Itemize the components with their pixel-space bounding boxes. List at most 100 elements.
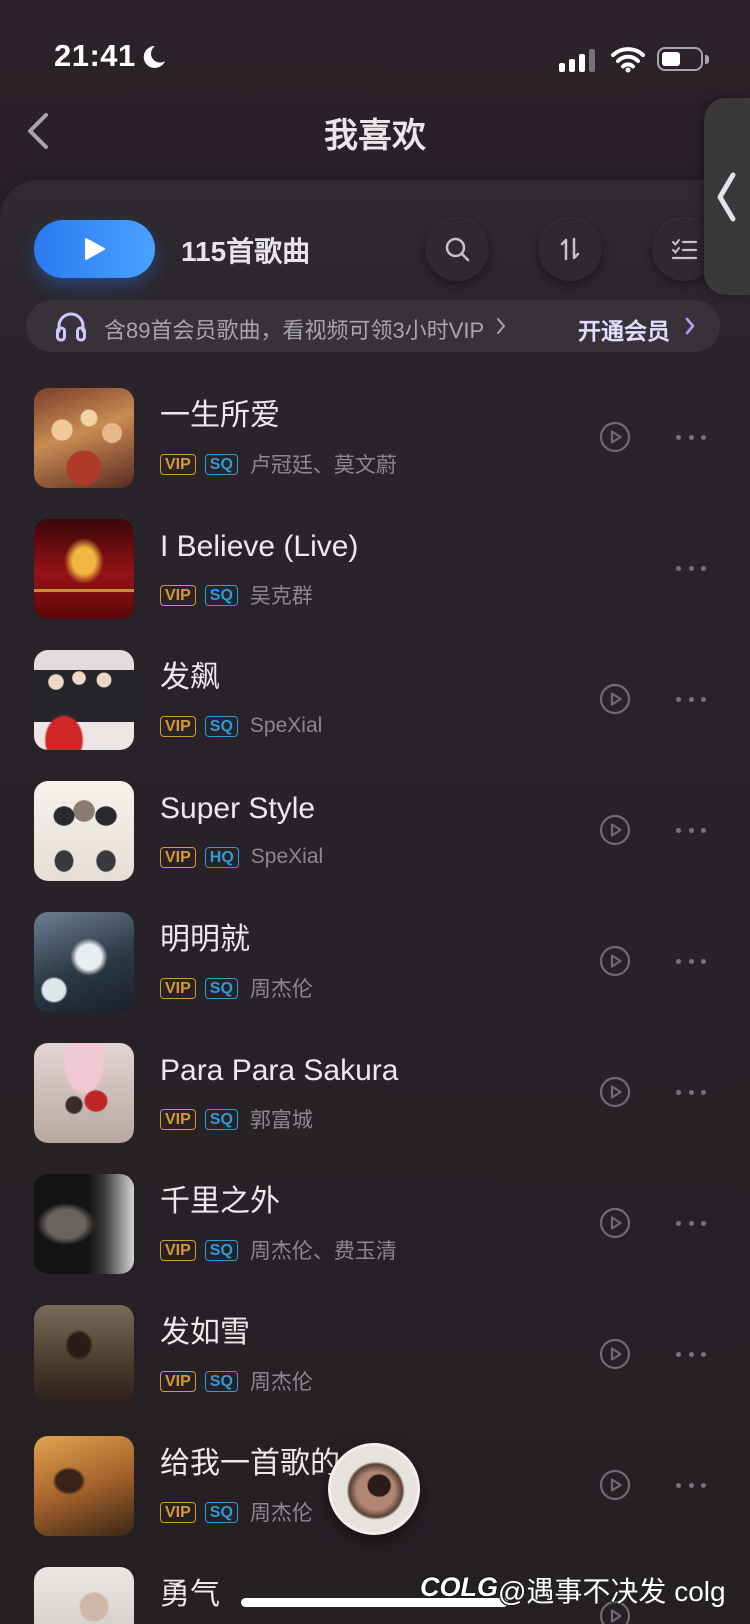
vip-badge: VIP <box>160 1108 196 1130</box>
vip-badge: VIP <box>160 1239 196 1261</box>
search-button[interactable] <box>425 217 489 281</box>
chevron-right-icon <box>497 318 505 334</box>
video-play-icon[interactable] <box>599 1207 631 1239</box>
vip-banner[interactable]: 含89首会员歌曲，看视频可领3小时VIP 开通会员 <box>26 300 720 352</box>
now-playing-disc[interactable] <box>328 1443 420 1535</box>
quality-badge: SQ <box>204 715 238 737</box>
more-icon[interactable] <box>676 1221 706 1227</box>
song-row[interactable]: 发如雪 VIP SQ 周杰伦 <box>0 1305 750 1436</box>
open-vip-link[interactable]: 开通会员 <box>578 312 670 346</box>
watermark-logo: COLG <box>420 1572 498 1602</box>
album-cover <box>34 1043 134 1143</box>
song-list: 一生所爱 VIP SQ 卢冠廷、莫文蔚 I Believe (Live) VIP… <box>0 388 750 1624</box>
more-icon[interactable] <box>676 828 706 834</box>
vip-badge: VIP <box>160 453 196 475</box>
quality-badge: SQ <box>204 977 238 999</box>
song-meta: VIP SQ 周杰伦 <box>160 976 313 1001</box>
video-play-icon[interactable] <box>599 421 631 453</box>
song-meta: VIP SQ 周杰伦 <box>160 1500 313 1525</box>
video-play-icon[interactable] <box>599 1469 631 1501</box>
song-title: 勇气 <box>160 1578 220 1611</box>
song-title: I Believe (Live) <box>160 530 359 563</box>
moon-icon <box>143 45 165 68</box>
headphones-icon <box>56 312 86 342</box>
quality-badge: SQ <box>204 1370 238 1392</box>
song-meta: VIP SQ 周杰伦、费玉清 <box>160 1238 397 1263</box>
album-cover <box>34 1436 134 1536</box>
sort-button[interactable] <box>538 217 602 281</box>
song-title: Super Style <box>160 792 316 825</box>
more-icon[interactable] <box>676 1483 706 1489</box>
watermark-text: @遇事不决发 colg <box>498 1576 726 1607</box>
video-play-icon[interactable] <box>599 1076 631 1108</box>
chevron-right-icon <box>685 317 695 335</box>
song-title: 给我一首歌的 <box>160 1447 340 1480</box>
more-icon[interactable] <box>676 1090 706 1096</box>
album-cover <box>34 388 134 488</box>
artist-name: SpeXial <box>249 714 323 737</box>
song-row[interactable]: I Believe (Live) VIP SQ 吴克群 <box>0 519 750 650</box>
song-title: Para Para Sakura <box>160 1054 399 1087</box>
more-icon[interactable] <box>676 959 706 965</box>
song-row[interactable]: 一生所爱 VIP SQ 卢冠廷、莫文蔚 <box>0 388 750 519</box>
side-drawer-tab[interactable] <box>704 98 750 295</box>
video-play-icon[interactable] <box>599 1338 631 1370</box>
signal-icon <box>559 48 599 72</box>
more-icon[interactable] <box>676 697 706 703</box>
more-icon[interactable] <box>676 435 706 441</box>
battery-nub <box>705 55 709 64</box>
more-icon[interactable] <box>676 1352 706 1358</box>
search-icon <box>445 237 470 262</box>
song-row[interactable]: Super Style VIP HQ SpeXial <box>0 781 750 912</box>
vip-badge: VIP <box>160 715 196 737</box>
artist-name: 卢冠廷、莫文蔚 <box>249 454 397 477</box>
quality-badge: SQ <box>204 1239 238 1261</box>
artist-name: 周杰伦 <box>249 978 313 1001</box>
vip-badge: VIP <box>160 1501 196 1523</box>
album-cover <box>34 519 134 619</box>
vip-badge: VIP <box>160 584 196 606</box>
battery-icon <box>657 47 703 71</box>
page-title: 我喜欢 <box>324 117 426 155</box>
artist-name: 周杰伦 <box>249 1502 313 1525</box>
quality-badge: HQ <box>204 846 239 868</box>
song-meta: VIP SQ SpeXial <box>160 714 322 738</box>
song-row[interactable]: 明明就 VIP SQ 周杰伦 <box>0 912 750 1043</box>
more-icon[interactable] <box>676 566 706 572</box>
song-title: 千里之外 <box>160 1185 280 1218</box>
artist-name: 吴克群 <box>249 585 313 608</box>
vip-badge: VIP <box>160 1370 196 1392</box>
song-meta: VIP HQ SpeXial <box>160 845 323 869</box>
artist-name: SpeXial <box>250 845 324 868</box>
album-cover <box>34 912 134 1012</box>
video-play-icon[interactable] <box>599 814 631 846</box>
song-count: 115首歌曲 <box>181 236 311 267</box>
song-meta: VIP SQ 郭富城 <box>160 1107 313 1132</box>
wifi-icon <box>611 47 645 73</box>
status-time: 21:41 <box>54 38 136 73</box>
song-row[interactable]: 发飙 VIP SQ SpeXial <box>0 650 750 781</box>
vip-banner-text: 含89首会员歌曲，看视频可领3小时VIP <box>104 318 485 343</box>
video-play-icon[interactable] <box>599 945 631 977</box>
album-cover <box>34 1567 134 1624</box>
quality-badge: SQ <box>204 453 238 475</box>
quality-badge: SQ <box>204 1501 238 1523</box>
chevron-left-icon <box>717 172 736 222</box>
video-play-icon[interactable] <box>599 683 631 715</box>
quality-badge: SQ <box>204 1108 238 1130</box>
vip-badge: VIP <box>160 977 196 999</box>
album-cover <box>34 1305 134 1405</box>
song-title: 发飙 <box>160 661 220 694</box>
song-row[interactable]: Para Para Sakura VIP SQ 郭富城 <box>0 1043 750 1174</box>
play-icon <box>85 238 105 260</box>
checklist-icon <box>671 239 698 260</box>
vip-badge: VIP <box>160 846 196 868</box>
artist-name: 周杰伦、费玉清 <box>249 1240 397 1263</box>
song-meta: VIP SQ 吴克群 <box>160 583 313 608</box>
song-row[interactable]: 千里之外 VIP SQ 周杰伦、费玉清 <box>0 1174 750 1305</box>
artist-name: 周杰伦 <box>249 1371 313 1394</box>
quality-badge: SQ <box>204 584 238 606</box>
album-cover <box>34 650 134 750</box>
play-all-button[interactable] <box>34 220 155 278</box>
song-meta: VIP SQ 周杰伦 <box>160 1369 313 1394</box>
